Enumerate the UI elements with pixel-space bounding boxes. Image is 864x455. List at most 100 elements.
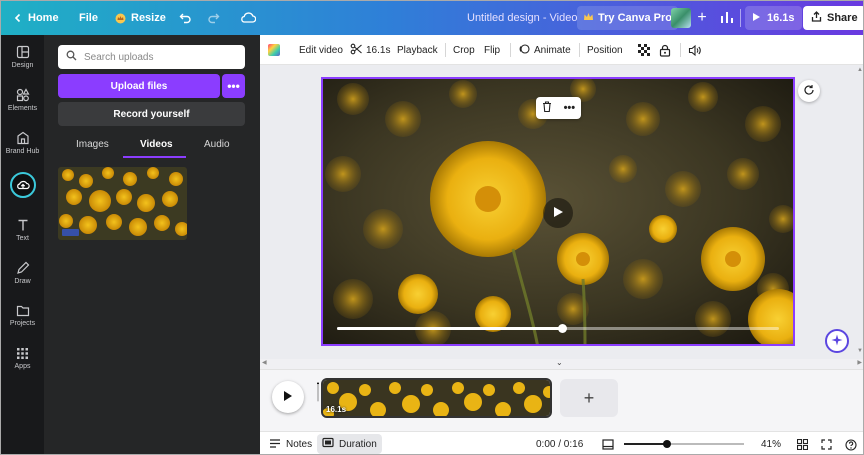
- clip-duration-label: 16.1s: [326, 405, 347, 414]
- vertical-scrollbar[interactable]: ▲ ▼: [856, 65, 863, 365]
- redo-icon[interactable]: [207, 12, 220, 27]
- active-tab-indicator: [123, 156, 186, 158]
- rail-label: Elements: [7, 105, 38, 112]
- transparency-icon[interactable]: [638, 35, 651, 65]
- fullscreen-icon[interactable]: [821, 432, 832, 454]
- edit-video-button[interactable]: Edit video: [299, 35, 343, 65]
- timeline-play-button[interactable]: [272, 381, 304, 413]
- scissors-icon: [350, 43, 362, 58]
- rail-item-brand-hub[interactable]: Brand Hub: [1, 131, 44, 155]
- uploaded-video-thumbnail[interactable]: [58, 167, 187, 240]
- top-bar: Home File Resize Untitled design - Video…: [1, 1, 863, 35]
- resize-button[interactable]: Resize: [115, 1, 166, 35]
- rail-label: Draw: [14, 278, 31, 285]
- more-options-icon[interactable]: •••: [564, 102, 576, 114]
- magic-assistant-button[interactable]: [825, 329, 849, 353]
- elements-icon: [16, 88, 30, 102]
- color-swatch-icon[interactable]: [267, 35, 281, 65]
- insights-chart-icon[interactable]: [719, 10, 737, 26]
- context-toolbar: Edit video 16.1s Playback Crop Flip Anim…: [260, 35, 863, 65]
- horizontal-scrollbar[interactable]: ◀ ⌄ ▶: [260, 358, 863, 369]
- play-duration-label: 16.1s: [767, 12, 795, 24]
- rail-label: Text: [16, 235, 29, 242]
- trash-icon[interactable]: [542, 101, 552, 115]
- upload-cloud-icon: [9, 172, 36, 198]
- play-icon: [283, 390, 293, 405]
- rail-item-apps[interactable]: Apps: [1, 347, 44, 370]
- notes-button[interactable]: Notes: [269, 432, 312, 454]
- search-placeholder: Search uploads: [84, 51, 154, 63]
- trim-duration-button[interactable]: 16.1s: [350, 35, 390, 65]
- zoom-percent[interactable]: 41%: [761, 432, 781, 454]
- file-menu[interactable]: File: [79, 1, 98, 35]
- search-icon: [66, 50, 77, 64]
- timeline-icon: [322, 437, 334, 451]
- present-play-button[interactable]: 16.1s: [745, 6, 802, 30]
- share-button[interactable]: Share: [803, 6, 863, 30]
- grid-view-icon[interactable]: [797, 432, 808, 454]
- flip-button[interactable]: Flip: [484, 35, 500, 65]
- rail-label: Brand Hub: [5, 148, 40, 155]
- duration-button[interactable]: Duration: [317, 434, 382, 454]
- text-icon: [16, 218, 30, 232]
- cloud-saved-icon[interactable]: [240, 11, 257, 27]
- notes-icon: [269, 438, 281, 452]
- home-button[interactable]: Home: [13, 1, 59, 35]
- zoom-slider[interactable]: [624, 440, 744, 448]
- share-icon: [811, 11, 822, 25]
- chevron-down-icon[interactable]: ⌄: [556, 358, 563, 367]
- rail-label: Apps: [14, 363, 31, 370]
- share-label: Share: [827, 12, 858, 24]
- tab-audio[interactable]: Audio: [204, 139, 230, 150]
- rail-item-draw[interactable]: Draw: [1, 261, 44, 285]
- element-float-toolbar: •••: [536, 97, 581, 119]
- add-page-button[interactable]: +: [560, 379, 618, 417]
- uploads-panel: Search uploads Upload files ••• Record y…: [44, 35, 260, 454]
- crown-icon: [115, 13, 126, 24]
- record-yourself-button[interactable]: Record yourself: [58, 102, 245, 126]
- search-input[interactable]: Search uploads: [58, 45, 245, 69]
- upload-files-button[interactable]: Upload files: [58, 74, 220, 98]
- divider: [510, 43, 511, 57]
- rail-item-projects[interactable]: Projects: [1, 304, 44, 327]
- duration-label: Duration: [339, 438, 377, 450]
- avatar[interactable]: [671, 8, 691, 28]
- fit-view-icon[interactable]: [602, 432, 614, 454]
- zoom-slider-fill: [624, 443, 668, 445]
- playback-button[interactable]: Playback: [397, 35, 438, 65]
- design-icon: [16, 45, 30, 59]
- rail-label: Projects: [9, 320, 36, 327]
- rail-item-elements[interactable]: Elements: [1, 88, 44, 112]
- position-button[interactable]: Position: [587, 35, 623, 65]
- add-collaborator-button[interactable]: +: [693, 9, 711, 27]
- rail-item-uploads[interactable]: [1, 172, 44, 198]
- animate-icon: [518, 43, 530, 58]
- design-title[interactable]: Untitled design - Video: [467, 1, 577, 35]
- home-label: Home: [28, 12, 59, 24]
- tab-images[interactable]: Images: [76, 139, 109, 150]
- help-icon[interactable]: [845, 432, 857, 454]
- crop-button[interactable]: Crop: [453, 35, 475, 65]
- play-icon: [553, 206, 564, 221]
- try-canva-pro-button[interactable]: Try Canva Pro: [577, 6, 678, 30]
- play-icon: [752, 12, 761, 25]
- video-scrubber[interactable]: [337, 324, 779, 333]
- rail-item-text[interactable]: Text: [1, 218, 44, 242]
- playhead[interactable]: [317, 364, 319, 420]
- undo-icon[interactable]: [179, 12, 192, 27]
- upload-more-button[interactable]: •••: [222, 74, 245, 98]
- regenerate-button[interactable]: [798, 80, 820, 102]
- tab-videos[interactable]: Videos: [140, 139, 173, 150]
- sparkle-icon: [831, 334, 843, 349]
- app-window: Home File Resize Untitled design - Video…: [0, 0, 864, 455]
- volume-icon[interactable]: [688, 35, 702, 65]
- animate-button[interactable]: Animate: [518, 35, 571, 65]
- lock-icon[interactable]: [659, 35, 671, 65]
- try-pro-label: Try Canva Pro: [598, 12, 672, 24]
- rail-item-design[interactable]: Design: [1, 45, 44, 69]
- time-readout: 0:00 / 0:16: [536, 439, 584, 450]
- timeline-video-clip[interactable]: 16.1s: [321, 378, 552, 418]
- video-badge: [62, 229, 79, 236]
- video-play-button[interactable]: [543, 198, 573, 228]
- draw-icon: [16, 261, 30, 275]
